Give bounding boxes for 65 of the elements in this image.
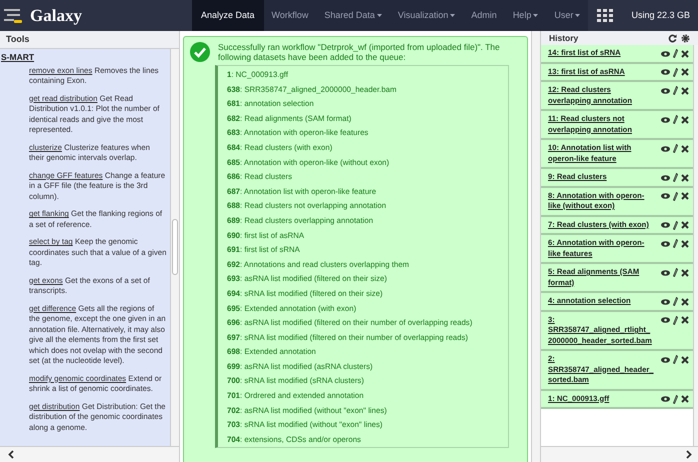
eye-icon[interactable] [661,69,670,75]
nav-tab[interactable]: Shared Data [316,0,390,31]
panel-title: Tools [6,32,30,46]
nav-tab[interactable]: Help [504,0,546,31]
apps-grid-icon[interactable] [597,8,614,22]
pencil-icon[interactable] [673,355,678,364]
eye-icon[interactable] [661,146,670,152]
pencil-icon[interactable] [673,173,678,182]
nav-tab[interactable]: Admin [463,0,505,31]
scrollbar[interactable] [531,31,540,462]
pencil-icon[interactable] [673,268,678,277]
eye-icon[interactable] [661,240,670,246]
eye-icon[interactable] [661,270,670,276]
nav-tab[interactable]: Workflow [264,0,316,31]
pencil-icon[interactable] [673,297,678,306]
delete-icon[interactable] [681,144,689,152]
pencil-icon[interactable] [673,239,678,248]
eye-icon[interactable] [661,298,670,304]
pencil-icon[interactable] [673,192,678,200]
tool-section-title[interactable]: S-MART [1,51,169,64]
pencil-icon[interactable] [673,316,678,324]
pencil-icon[interactable] [673,220,678,230]
panel-title: History [549,32,580,44]
delete-icon[interactable] [681,174,689,182]
pencil-icon[interactable] [673,144,678,153]
delete-icon[interactable] [681,68,689,76]
refresh-icon[interactable] [668,34,677,42]
pencil-icon[interactable] [673,86,678,95]
pencil-icon[interactable] [673,49,678,58]
logo-icon [4,8,24,24]
eye-icon[interactable] [661,222,670,228]
delete-icon[interactable] [681,240,689,248]
nav-tab[interactable]: Analyze Data [192,0,264,31]
eye-icon[interactable] [661,116,670,122]
brand-title[interactable]: Galaxy [30,2,82,28]
eye-icon[interactable] [661,50,670,56]
eye-icon[interactable] [661,193,670,199]
delete-icon[interactable] [681,316,689,324]
pencil-icon[interactable] [673,115,678,124]
eye-icon[interactable] [661,88,670,94]
settings-icon[interactable] [681,34,690,42]
nav-tab[interactable]: Visualization [390,0,464,31]
eye-icon[interactable] [661,356,670,362]
delete-icon[interactable] [681,192,689,200]
collapse-right-icon[interactable] [686,450,692,459]
eye-icon[interactable] [661,396,670,402]
delete-icon[interactable] [681,298,689,306]
delete-icon[interactable] [681,50,689,58]
success-text: Successfully ran workflow "Detrprok_wf (imported from uploaded file)". The following datasets have been added to the queue: [218,42,501,62]
eye-icon[interactable] [661,174,670,180]
scrollbar[interactable] [693,45,698,446]
eye-icon[interactable] [661,317,670,323]
checkmark-icon [190,42,210,62]
delete-icon[interactable] [681,356,689,364]
delete-icon[interactable] [681,221,689,229]
delete-icon[interactable] [681,86,689,94]
pencil-icon[interactable] [673,68,678,76]
delete-icon[interactable] [681,395,689,403]
collapse-left-icon[interactable] [8,450,14,459]
scrollbar[interactable] [170,49,179,446]
nav-tab[interactable]: User [546,0,588,31]
delete-icon[interactable] [681,268,689,276]
pencil-icon[interactable] [673,394,678,404]
delete-icon[interactable] [681,116,689,124]
quota-usage: Using 22.3 GB [631,8,690,22]
